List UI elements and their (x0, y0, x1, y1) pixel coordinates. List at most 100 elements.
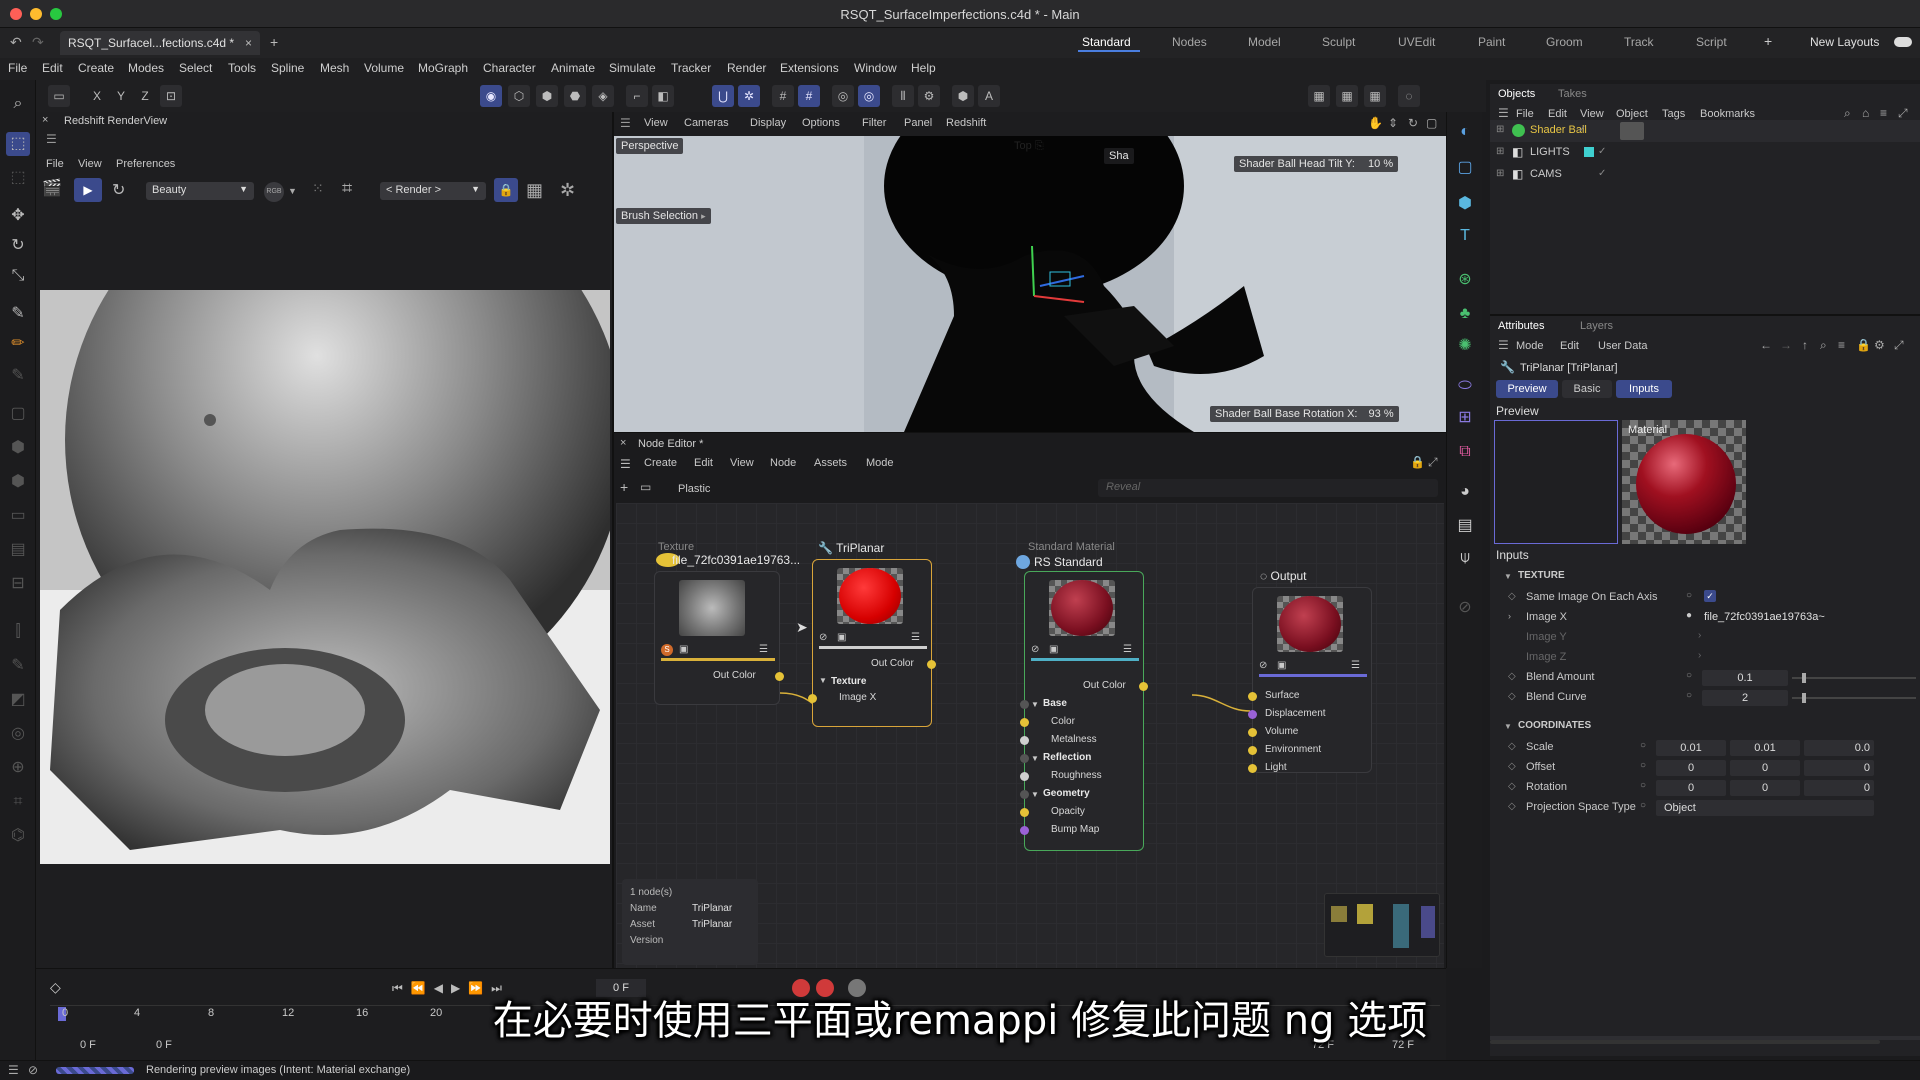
brush-selection-label[interactable]: Brush Selection ▸ (616, 208, 711, 224)
floor-object-icon[interactable]: ▤ (1453, 514, 1477, 538)
blend-curve-slider-handle[interactable] (1802, 693, 1806, 703)
keyframe-icon[interactable]: ◇ (1508, 671, 1516, 682)
redshift-icon[interactable]: ⬢ (952, 85, 974, 107)
viewport-menu-view[interactable]: View (644, 117, 668, 129)
search-icon[interactable]: ⌕ (1844, 106, 1851, 121)
effector-object-icon[interactable]: ✺ (1453, 334, 1477, 358)
cloner-object-icon[interactable]: ♣ (1453, 302, 1477, 326)
ne-menu-mode[interactable]: Mode (866, 457, 894, 469)
floor-tool-icon[interactable]: ▭ (6, 504, 30, 528)
lock-icon[interactable]: 🔒 (494, 178, 518, 202)
target-tool-icon[interactable]: ◎ (6, 722, 30, 746)
same-image-checkbox[interactable]: ✓ (1704, 590, 1716, 602)
search-icon[interactable]: ⌕ (1820, 338, 1827, 353)
hamburger-icon[interactable]: ☰ (620, 116, 631, 130)
attrs-menu-user-data[interactable]: User Data (1598, 340, 1648, 352)
settings-icon[interactable]: ⚙ (1874, 338, 1885, 352)
render-target-icon[interactable]: ◎ (832, 85, 854, 107)
add-tab-button[interactable]: + (270, 34, 278, 50)
node-menu-icon[interactable]: ☰ (911, 632, 920, 643)
render-camera-dropdown[interactable]: < Render > ▼ (380, 182, 486, 200)
blend-curve-slider[interactable] (1792, 697, 1916, 699)
objects-menu-bookmarks[interactable]: Bookmarks (1700, 108, 1755, 120)
hamburger-icon[interactable]: ☰ (1498, 106, 1509, 120)
viewport-menu-display[interactable]: Display (750, 117, 786, 129)
node-minimap[interactable] (1324, 893, 1440, 957)
layout-model[interactable]: Model (1248, 35, 1281, 49)
pen-object-icon[interactable]: ⊘ (1453, 596, 1477, 620)
weld-tool-icon[interactable]: ⊕ (6, 756, 30, 780)
tab-objects[interactable]: Objects (1498, 88, 1535, 100)
menu-animate[interactable]: Animate (551, 61, 595, 75)
standard-reflection-port[interactable] (1020, 754, 1029, 763)
document-tab[interactable]: RSQT_Surfacel...fections.c4d * × (60, 31, 260, 55)
menu-mograph[interactable]: MoGraph (418, 61, 468, 75)
tab-layers[interactable]: Layers (1580, 320, 1613, 332)
brush-tool-icon[interactable]: ✎ (6, 364, 30, 388)
arrow-up-icon[interactable]: ↑ (1802, 338, 1808, 352)
projection-space-dropdown[interactable]: Object (1656, 800, 1874, 816)
layout-paint[interactable]: Paint (1478, 35, 1505, 49)
deformer-object-icon[interactable]: ⬭ (1453, 374, 1477, 398)
layer-color-icon[interactable] (1584, 147, 1594, 157)
rotate-tool-icon[interactable]: ↻ (6, 234, 30, 258)
object-row-shader-ball[interactable]: ⊞ Shader Ball ✓ (1490, 120, 1920, 142)
viewport-scene[interactable]: Perspective Top ⎘ Brush Selection ▸ Sha … (614, 136, 1446, 432)
layers-tool-icon[interactable]: ▤ (6, 538, 30, 562)
layout-groom[interactable]: Groom (1546, 35, 1583, 49)
select-tool-icon[interactable]: ⬚ (6, 132, 30, 156)
blend-amount-slider[interactable] (1792, 677, 1916, 679)
coordinate-system-icon[interactable]: ⊡ (160, 85, 182, 107)
ne-menu-node[interactable]: Node (770, 457, 796, 469)
rotation-y-field[interactable]: 0 (1730, 780, 1800, 796)
chevron-down-icon[interactable]: ▼ (1504, 722, 1512, 731)
output-surface-port[interactable] (1248, 692, 1257, 701)
menu-help[interactable]: Help (911, 61, 936, 75)
orbit-icon[interactable]: ↻ (1408, 116, 1418, 130)
ne-menu-assets[interactable]: Assets (814, 457, 847, 469)
blend-curve-field[interactable]: 2 (1702, 690, 1788, 706)
knife-tool-icon[interactable]: ✎ (6, 302, 30, 326)
image-x-value[interactable]: file_72fc0391ae19763a~ (1704, 611, 1825, 623)
render-picture-viewer-icon[interactable]: ▦ (1336, 85, 1358, 107)
symmetry-icon[interactable]: ⫴ (892, 85, 914, 107)
move-tool-icon[interactable]: ✥ (6, 204, 30, 228)
tab-attributes[interactable]: Attributes (1498, 320, 1544, 332)
standard-metalness-port[interactable] (1020, 736, 1029, 745)
menu-character[interactable]: Character (483, 61, 536, 75)
hamburger-icon[interactable]: ☰ (620, 457, 631, 471)
clapper-icon[interactable]: 🎬 (42, 178, 66, 200)
perspective-label[interactable]: Perspective (616, 138, 684, 154)
layout-track[interactable]: Track (1624, 35, 1654, 49)
offset-x-field[interactable]: 0 (1656, 760, 1726, 776)
material-tag-icon[interactable] (1620, 122, 1644, 140)
texture-out-color-port[interactable] (775, 672, 784, 681)
null-object-icon[interactable]: ▢ (1453, 156, 1477, 180)
search-icon[interactable]: ⌕ (6, 92, 30, 116)
standard-input-geometry[interactable]: Geometry (1043, 788, 1090, 799)
crop-icon[interactable]: ⌗ (342, 178, 364, 200)
animate-circle-icon[interactable]: ○ (1686, 670, 1692, 681)
scale-y-field[interactable]: 0.01 (1730, 740, 1800, 756)
live-select-icon[interactable]: ⬚ (6, 166, 30, 190)
menu-render[interactable]: Render (727, 61, 766, 75)
tab-takes[interactable]: Takes (1558, 88, 1587, 100)
triplanar-node-title[interactable]: 🔧 TriPlanar (818, 541, 884, 555)
workplane-icon[interactable]: ⌐ (626, 85, 648, 107)
standard-color-port[interactable] (1020, 718, 1029, 727)
standard-opacity-port[interactable] (1020, 808, 1029, 817)
refresh-icon[interactable]: ↻ (112, 180, 132, 200)
objects-menu-file[interactable]: File (1516, 108, 1534, 120)
menu-create[interactable]: Create (78, 61, 114, 75)
menu-volume[interactable]: Volume (364, 61, 404, 75)
hud-base-rotation[interactable]: Shader Ball Base Rotation X: 93 % (1210, 406, 1399, 422)
pan-icon[interactable]: ✋ (1368, 116, 1383, 130)
grid-dots-icon[interactable]: ⁙ (312, 180, 332, 200)
text-object-icon[interactable]: T (1453, 224, 1477, 248)
spline-object-icon[interactable]: ⧉ (1453, 440, 1477, 464)
texture-section-header[interactable]: TEXTURE (1518, 570, 1565, 581)
triplanar-texture-group[interactable]: Texture (831, 676, 866, 687)
attrs-menu-mode[interactable]: Mode (1516, 340, 1544, 352)
menu-modes[interactable]: Modes (128, 61, 164, 75)
close-tab-icon[interactable]: × (245, 36, 252, 50)
